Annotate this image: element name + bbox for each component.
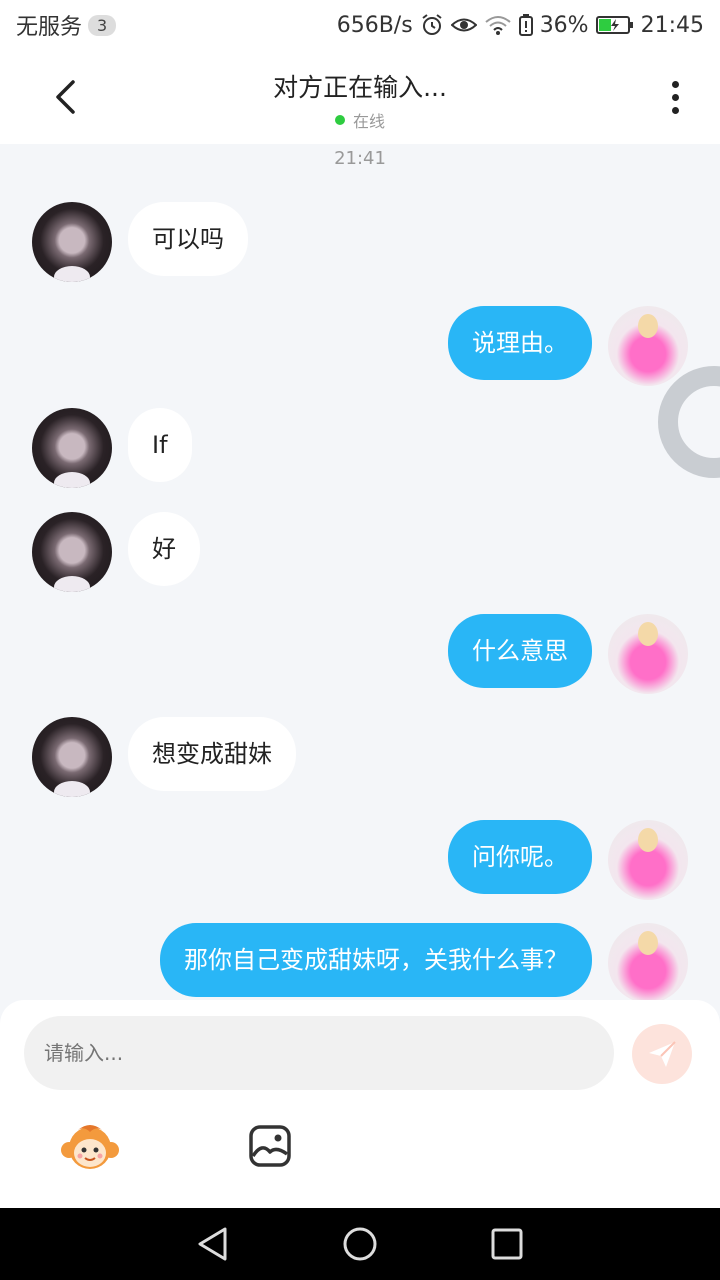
net-speed-text: 656B/s — [336, 12, 413, 38]
chat-title: 对方正在输入... — [273, 73, 447, 102]
message-input[interactable] — [24, 1016, 614, 1090]
clock-text: 21:45 — [640, 12, 704, 38]
battery-charging-icon — [595, 15, 634, 35]
online-dot-icon — [334, 115, 345, 125]
contact-avatar[interactable] — [32, 202, 112, 282]
online-status-label: 在线 — [352, 112, 385, 131]
send-button[interactable] — [632, 1024, 692, 1084]
self-avatar[interactable] — [608, 820, 688, 900]
incoming-message-bubble[interactable]: 可以吗 — [128, 202, 248, 276]
incoming-message-bubble[interactable]: If — [128, 408, 192, 482]
outgoing-message-bubble[interactable]: 问你呢。 — [448, 820, 592, 894]
chat-header: 对方正在输入... 在线 — [0, 50, 720, 144]
status-left: 无服务 3 — [16, 9, 117, 41]
self-avatar[interactable] — [608, 306, 688, 386]
floating-assistive-button[interactable] — [658, 366, 720, 478]
more-options-button[interactable] — [660, 72, 690, 122]
square-recents-icon — [491, 1228, 523, 1260]
eye-icon — [450, 14, 477, 36]
carrier-text: 无服务 — [16, 15, 83, 40]
image-icon — [249, 1125, 291, 1167]
composer-panel — [0, 1000, 720, 1208]
outgoing-message-bubble[interactable]: 什么意思 — [448, 614, 592, 688]
status-bar: 无服务 3 656B/s 36% 21:45 — [0, 0, 720, 50]
monkey-emoji-icon — [61, 1125, 119, 1169]
outgoing-message-bubble[interactable]: 说理由。 — [448, 306, 592, 380]
contact-avatar[interactable] — [32, 408, 112, 488]
online-status: 在线 — [0, 108, 720, 132]
contact-avatar[interactable] — [32, 512, 112, 592]
more-dot — [671, 93, 679, 101]
paper-plane-icon — [649, 1041, 676, 1067]
circle-home-icon — [343, 1227, 377, 1261]
nav-back-button[interactable] — [183, 1214, 243, 1274]
notification-count-badge: 3 — [88, 14, 117, 36]
nav-home-button[interactable] — [330, 1214, 390, 1274]
incoming-message-bubble[interactable]: 想变成甜妹 — [128, 717, 296, 791]
title-block: 对方正在输入... 在线 — [0, 68, 720, 132]
alarm-icon — [420, 13, 444, 37]
incoming-message-bubble[interactable]: 好 — [128, 512, 200, 586]
more-dot — [671, 106, 679, 114]
system-nav-bar — [0, 1208, 720, 1280]
contact-avatar[interactable] — [32, 717, 112, 797]
triangle-back-icon — [198, 1227, 227, 1261]
nav-recents-button[interactable] — [477, 1214, 537, 1274]
outgoing-message-bubble[interactable]: 那你自己变成甜妹呀，关我什么事？ — [160, 923, 592, 997]
status-right: 656B/s 36% 21:45 — [337, 13, 704, 38]
emoji-button[interactable] — [60, 1122, 120, 1172]
self-avatar[interactable] — [608, 614, 688, 694]
wifi-icon — [484, 14, 512, 36]
self-avatar[interactable] — [608, 923, 688, 1000]
image-picker-button[interactable] — [246, 1122, 294, 1170]
message-list[interactable]: 21:41 可以吗 说理由。 If 好 什么意思 想变成甜妹 问你呢。 那你自己… — [0, 144, 720, 1000]
message-timestamp: 21:41 — [334, 148, 386, 169]
battery-percent-text: 36% — [539, 12, 589, 38]
more-vertical-icon — [671, 80, 679, 88]
battery-alert-icon — [518, 14, 533, 36]
